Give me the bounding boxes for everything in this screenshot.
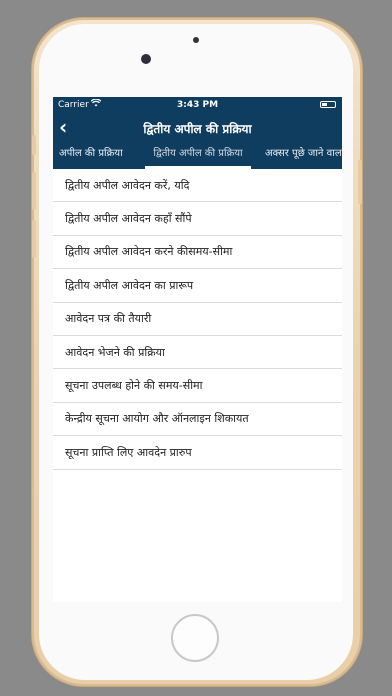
status-time: 3:43 PM [176, 100, 219, 110]
list-item[interactable]: द्वितीय अपील आवेदन कहाँ सौंपे [53, 202, 342, 236]
page-title: द्वितीय अपील की प्रक्रिया [143, 122, 252, 136]
list-item[interactable]: आवेदन भेजने की प्रक्रिया [53, 336, 342, 370]
volume-up-button [32, 172, 36, 210]
status-bar: Carrier 3:43 PM [53, 97, 342, 113]
app-screen: Carrier 3:43 PM ‹ द्वितीय अपील की प्रक्र… [53, 97, 342, 602]
tab-second-appeal-process[interactable]: द्वितीय अपील की प्रक्रिया [145, 143, 251, 169]
sensor-dot [193, 37, 199, 43]
topic-list: द्वितीय अपील आवेदन करें, यदि द्वितीय अपी… [53, 169, 342, 470]
tab-faq[interactable]: अक्सर पूछे जाने वाल [265, 143, 342, 169]
home-button[interactable] [171, 614, 219, 662]
list-item[interactable]: सूचना उपलब्ध होने की समय-सीमा [53, 369, 342, 403]
list-item[interactable]: द्वितीय अपील आवेदन करें, यदि [53, 169, 342, 203]
volume-down-button [32, 220, 36, 258]
battery-icon [320, 101, 336, 108]
front-camera [141, 54, 151, 64]
list-item[interactable]: सूचना प्राप्ति लिए आवदेन प्रारुप [53, 436, 342, 470]
tab-bar: अपील की प्रक्रिया द्वितीय अपील की प्रक्र… [53, 143, 342, 169]
tab-appeal-process[interactable]: अपील की प्रक्रिया [59, 143, 123, 169]
list-item[interactable]: द्वितीय अपील आवेदन का प्रारूप [53, 269, 342, 303]
list-item[interactable]: आवेदन पत्र की तैयारी [53, 303, 342, 336]
navigation-bar: ‹ द्वितीय अपील की प्रक्रिया [53, 113, 342, 143]
power-button [358, 160, 362, 204]
mute-switch [32, 135, 36, 155]
list-item[interactable]: द्वितीय अपील आवेदन करने कीसमय-सीमा [53, 236, 342, 270]
list-item[interactable]: केन्द्रीय सूचना आयोग और ऑनलाइन शिकायत [53, 403, 342, 437]
